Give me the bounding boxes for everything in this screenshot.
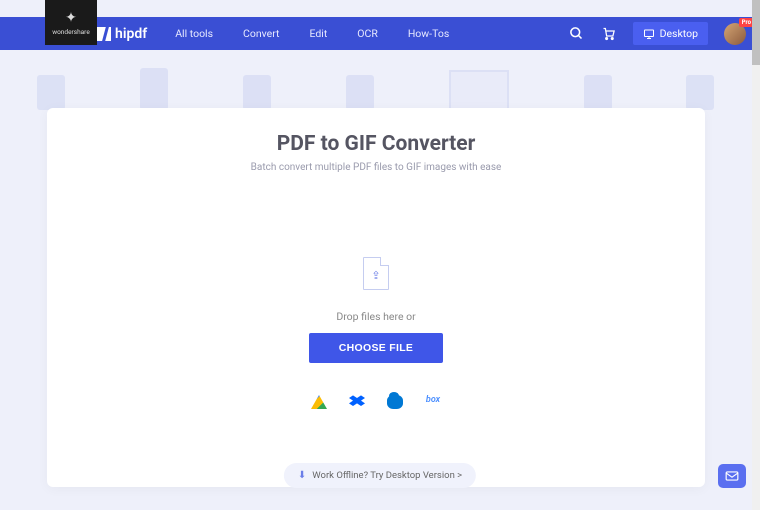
page-subtitle: Batch convert multiple PDF files to GIF … xyxy=(47,162,705,173)
hipdf-logo-icon xyxy=(97,27,111,41)
offline-banner[interactable]: ⬇ Work Offline? Try Desktop Version > xyxy=(284,463,476,488)
scrollbar-thumb[interactable] xyxy=(752,0,760,65)
desktop-button[interactable]: Desktop xyxy=(633,22,708,45)
onedrive-icon[interactable] xyxy=(387,395,403,409)
cloud-providers: box xyxy=(77,395,675,409)
page-title: PDF to GIF Converter xyxy=(47,132,705,156)
drop-zone[interactable]: ⇪ Drop files here or CHOOSE FILE box xyxy=(77,209,675,449)
nav-convert[interactable]: Convert xyxy=(243,27,279,40)
download-icon xyxy=(643,28,655,40)
logo[interactable]: hipdf xyxy=(97,26,147,42)
dropbox-icon[interactable] xyxy=(349,395,365,409)
download-small-icon: ⬇ xyxy=(298,470,306,481)
drop-hint: Drop files here or xyxy=(77,310,675,323)
bg-decoration xyxy=(0,50,752,110)
wondershare-label: wondershare xyxy=(52,28,90,36)
offline-text: Work Offline? Try Desktop Version > xyxy=(312,470,462,481)
file-upload-icon: ⇪ xyxy=(363,257,389,290)
nav-all-tools[interactable]: All tools xyxy=(175,27,213,40)
nav-howtos[interactable]: How-Tos xyxy=(408,27,449,40)
desktop-label: Desktop xyxy=(660,27,698,40)
main-card: PDF to GIF Converter Batch convert multi… xyxy=(47,108,705,487)
mail-icon xyxy=(725,470,739,482)
cart-icon[interactable] xyxy=(601,26,617,42)
wondershare-logo-icon: ✦ xyxy=(65,10,77,26)
nav-edit[interactable]: Edit xyxy=(310,27,328,40)
nav-links: All tools Convert Edit OCR How-Tos xyxy=(175,27,449,40)
avatar[interactable]: Pro xyxy=(724,23,746,45)
wondershare-badge[interactable]: ✦ wondershare xyxy=(45,0,97,45)
scrollbar[interactable] xyxy=(752,0,760,510)
choose-file-button[interactable]: CHOOSE FILE xyxy=(309,333,443,363)
navbar: hipdf All tools Convert Edit OCR How-Tos… xyxy=(0,17,760,50)
nav-ocr[interactable]: OCR xyxy=(357,27,378,40)
box-icon[interactable]: box xyxy=(425,395,441,409)
google-drive-icon[interactable] xyxy=(311,395,327,409)
search-icon[interactable] xyxy=(569,26,585,42)
feedback-button[interactable] xyxy=(718,464,746,488)
logo-text: hipdf xyxy=(115,26,147,42)
